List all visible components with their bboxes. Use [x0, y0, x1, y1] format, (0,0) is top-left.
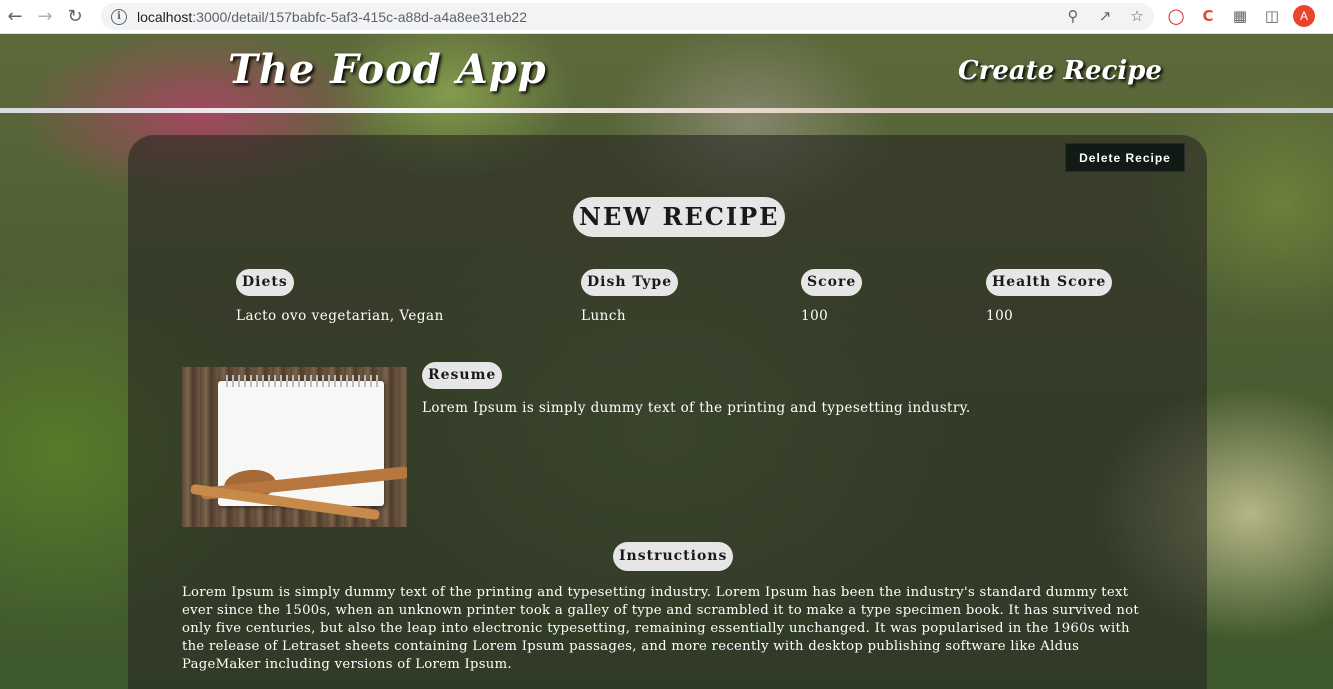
back-arrow-icon[interactable]: ←: [0, 2, 30, 32]
diets-value: Lacto ovo vegetarian, Vegan: [236, 308, 444, 324]
score-field: Score 100: [801, 269, 863, 324]
create-recipe-link[interactable]: Create Recipe: [958, 56, 1162, 86]
recipe-detail-card: Delete Recipe NEW RECIPE Diets Lacto ovo…: [128, 135, 1207, 689]
diets-field: Diets Lacto ovo vegetarian, Vegan: [236, 269, 444, 324]
zoom-icon[interactable]: ⚲: [1064, 7, 1082, 25]
resume-text: Lorem Ipsum is simply dummy text of the …: [422, 400, 971, 416]
info-icon[interactable]: i: [111, 8, 127, 25]
app-brand[interactable]: The Food App: [228, 46, 547, 93]
diets-label: Diets: [236, 269, 294, 296]
health-score-field: Health Score 100: [986, 269, 1113, 324]
score-value: 100: [801, 308, 829, 324]
delete-recipe-button[interactable]: Delete Recipe: [1065, 143, 1185, 172]
sidebar-icon[interactable]: ◫: [1261, 5, 1283, 27]
instructions-label: Instructions: [613, 542, 734, 571]
puzzle-icon[interactable]: ▦: [1229, 5, 1251, 27]
score-label: Score: [801, 269, 863, 296]
forward-arrow-icon[interactable]: →: [30, 2, 60, 32]
instructions-text: Lorem Ipsum is simply dummy text of the …: [182, 585, 1140, 672]
recipe-image: [182, 367, 407, 527]
avatar[interactable]: A: [1293, 5, 1315, 27]
reload-icon[interactable]: ↻: [60, 2, 90, 32]
dish-type-value: Lunch: [581, 308, 627, 324]
dish-type-label: Dish Type: [581, 269, 679, 296]
resume-label: Resume: [422, 362, 503, 389]
header-divider: [0, 108, 1333, 113]
url-text[interactable]: localhost:3000/detail/157babfc-5af3-415c…: [137, 9, 527, 25]
health-score-label: Health Score: [986, 269, 1113, 296]
health-score-value: 100: [986, 308, 1014, 324]
star-icon[interactable]: ☆: [1128, 7, 1146, 25]
address-bar[interactable]: i localhost:3000/detail/157babfc-5af3-41…: [101, 3, 1154, 30]
opera-extension-icon[interactable]: ◯: [1165, 5, 1187, 27]
share-icon[interactable]: ↗: [1096, 7, 1114, 25]
dish-type-field: Dish Type Lunch: [581, 269, 679, 324]
c-extension-icon[interactable]: C: [1197, 5, 1219, 27]
recipe-title: NEW RECIPE: [573, 197, 786, 237]
page-background: The Food App Create Recipe Delete Recipe…: [0, 34, 1333, 689]
browser-toolbar: ← → ↻ i localhost:3000/detail/157babfc-5…: [0, 0, 1333, 34]
